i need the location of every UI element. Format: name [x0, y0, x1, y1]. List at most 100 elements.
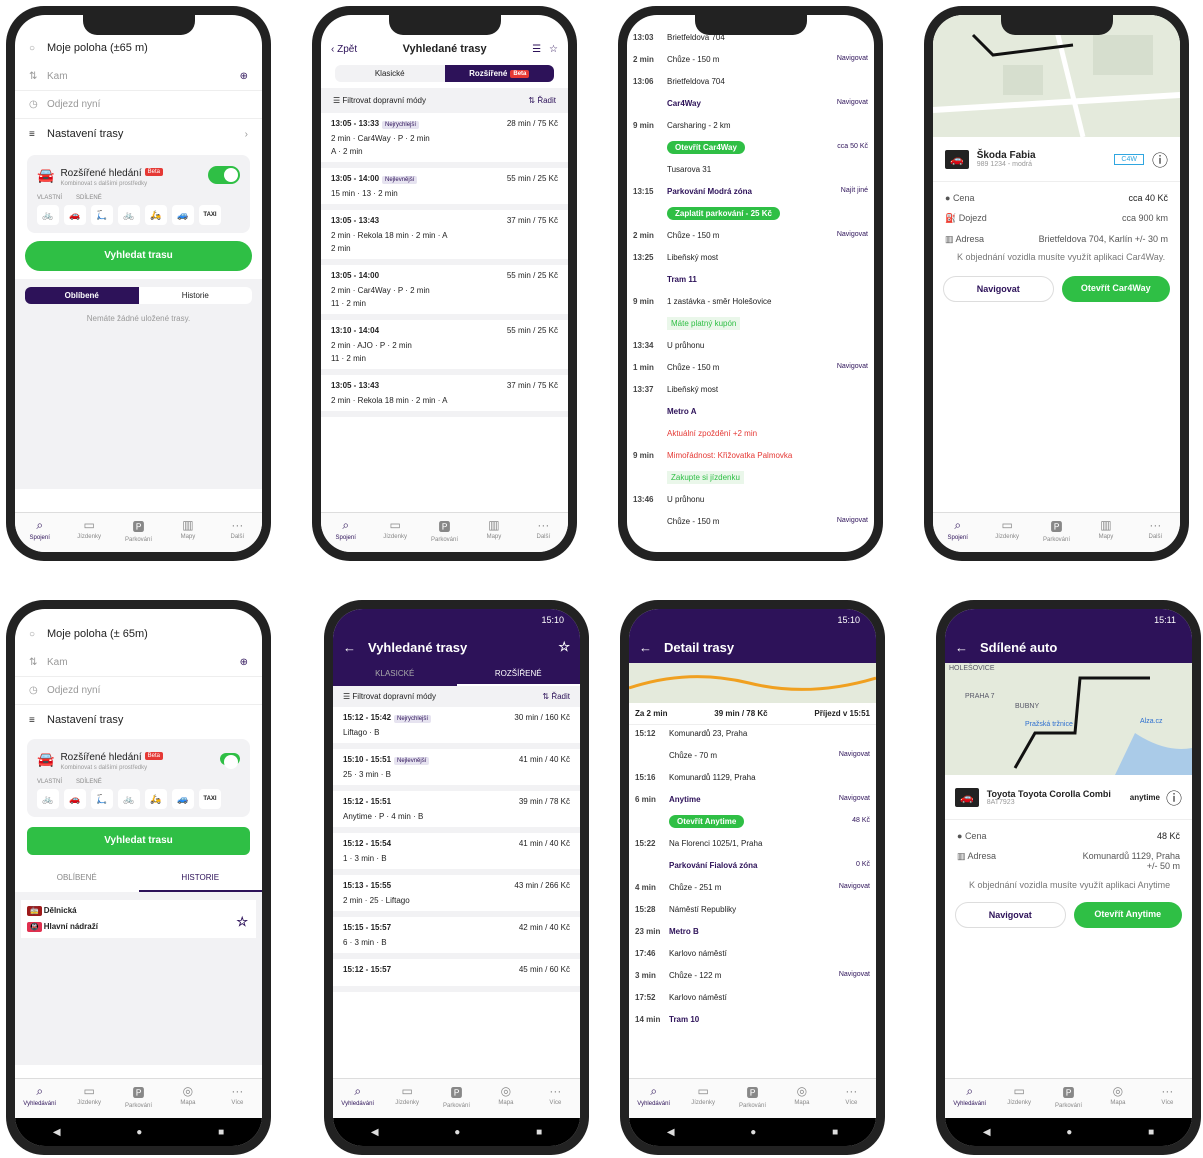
back-icon[interactable]: ◀ — [667, 1127, 675, 1138]
star-icon[interactable]: ☆ — [236, 914, 248, 930]
filter-modes[interactable]: ☰ Filtrovat dopravní módy — [333, 96, 426, 105]
step-action[interactable]: Najít jiné — [841, 187, 868, 194]
tab-parking[interactable]: 🅿 Parkování — [1032, 513, 1081, 552]
open-anytime-button[interactable]: Otevřít Anytime — [1073, 902, 1182, 928]
filter-modes[interactable]: ☰ Filtrovat dopravní módy — [343, 692, 436, 701]
step-action[interactable]: Navigovat — [837, 517, 868, 524]
result-card[interactable]: 15:12 - 15:42 Nejrychlejší 30 min / 160 Kč… — [333, 707, 580, 749]
tab-history[interactable]: Historie — [138, 287, 252, 304]
car-icon[interactable]: 🚗 — [64, 205, 86, 225]
tab-map[interactable]: ◎ Mapa — [163, 1079, 212, 1118]
step-action[interactable]: 0 Kč — [856, 861, 870, 868]
tab-tickets[interactable]: ▭ Jízdenky — [64, 513, 113, 552]
tab-more[interactable]: ··· Další — [519, 513, 568, 552]
tab-favorites[interactable]: OBLÍBENÉ — [15, 865, 139, 892]
step-action[interactable]: Navigovat — [839, 971, 870, 978]
tab-parking[interactable]: 🅿 Parkování — [1044, 1079, 1093, 1118]
tab-classic[interactable]: KLASICKÉ — [333, 663, 457, 686]
result-card[interactable]: 15:10 - 15:51 Nejlevnější 41 min / 40 Kč 25… — [333, 749, 580, 791]
tab-history[interactable]: HISTORIE — [138, 865, 262, 892]
bike-icon[interactable]: 🚲 — [37, 789, 59, 809]
step-text[interactable]: Zaplatit parkování - 25 Kč — [667, 207, 780, 220]
tab-maps[interactable]: ▥ Mapy — [469, 513, 518, 552]
scooter-icon[interactable]: 🛴 — [91, 205, 113, 225]
tab-more[interactable]: ··· Více — [531, 1079, 580, 1118]
info-icon[interactable]: ⓘ — [1152, 147, 1168, 171]
result-card[interactable]: 15:12 - 15:51 39 min / 78 Kč Anytime · P ·… — [333, 791, 580, 833]
shared-car-icon[interactable]: 🚙 — [172, 205, 194, 225]
step-action[interactable]: Navigovat — [837, 99, 868, 106]
tab-search[interactable]: ⌕ Vyhledávání — [15, 1079, 64, 1118]
sort-button[interactable]: ⇅ Řadit — [528, 96, 556, 105]
back-arrow-icon[interactable]: ← — [639, 640, 652, 655]
destination-input[interactable]: Kam — [47, 657, 240, 668]
result-card[interactable]: 13:05 - 14:00 55 min / 25 Kč 2 min · Car4W… — [321, 265, 568, 320]
tab-tickets[interactable]: ▭ Jízdenky — [64, 1079, 113, 1118]
result-card[interactable]: 15:13 - 15:55 43 min / 266 Kč 2 min · 25 ·… — [333, 875, 580, 917]
tab-map[interactable]: ◎ Mapa — [1093, 1079, 1142, 1118]
tab-favorites[interactable]: Oblíbené — [25, 287, 139, 304]
step-action[interactable]: Navigovat — [837, 231, 868, 238]
tab-more[interactable]: ··· Více — [213, 1079, 262, 1118]
result-card[interactable]: 13:05 - 13:43 37 min / 75 Kč 2 min · Rekol… — [321, 210, 568, 265]
swap-icon[interactable]: ⇅ — [29, 657, 47, 668]
search-route-button[interactable]: Vyhledat trasu — [25, 241, 252, 271]
departure-time[interactable]: Odjezd nyní — [47, 99, 100, 110]
tab-maps[interactable]: ▥ Mapy — [1081, 513, 1130, 552]
tab-parking[interactable]: 🅿 Parkování — [114, 513, 163, 552]
origin-field[interactable]: Moje poloha (± 65m) — [47, 628, 148, 640]
step-action[interactable]: Navigovat — [837, 363, 868, 370]
tab-more[interactable]: ··· Další — [1131, 513, 1180, 552]
tab-parking[interactable]: 🅿 Parkování — [728, 1079, 777, 1118]
add-stop-icon[interactable]: ⊕ — [240, 71, 248, 82]
tab-connections[interactable]: ⌕ Spojení — [15, 513, 64, 552]
tab-tickets[interactable]: ▭ Jízdenky — [982, 513, 1031, 552]
tab-connections[interactable]: ⌕ Spojení — [933, 513, 982, 552]
result-card[interactable]: 13:05 - 13:43 37 min / 75 Kč 2 min · Rekol… — [321, 375, 568, 417]
recents-icon[interactable]: ■ — [536, 1127, 542, 1138]
advanced-toggle[interactable] — [220, 753, 240, 769]
taxi-icon[interactable]: TAXI — [199, 205, 221, 225]
car-icon[interactable]: 🚗 — [64, 789, 86, 809]
tab-tickets[interactable]: ▭ Jízdenky — [678, 1079, 727, 1118]
add-stop-icon[interactable]: ⊕ — [240, 657, 248, 668]
back-icon[interactable]: ◀ — [983, 1127, 991, 1138]
tab-tickets[interactable]: ▭ Jízdenky — [382, 1079, 431, 1118]
info-icon[interactable]: ⓘ — [1166, 785, 1182, 809]
result-card[interactable]: 13:05 - 14:00 Nejlevnější 55 min / 25 Kč 15… — [321, 168, 568, 210]
tab-search[interactable]: ⌕ Vyhledávání — [945, 1079, 994, 1118]
moped-icon[interactable]: 🛵 — [145, 205, 167, 225]
shared-bike-icon[interactable]: 🚲 — [118, 205, 140, 225]
recents-icon[interactable]: ■ — [1148, 1127, 1154, 1138]
taxi-icon[interactable]: TAXI — [199, 789, 221, 809]
open-car4way-button[interactable]: Otevřít Car4Way — [1061, 276, 1170, 302]
tab-extended[interactable]: ROZŠÍŘENÉ — [456, 663, 580, 686]
star-icon[interactable]: ☆ — [558, 639, 570, 655]
home-icon[interactable]: ● — [1066, 1127, 1072, 1138]
map[interactable] — [629, 663, 876, 703]
star-icon[interactable]: ☆ — [549, 44, 558, 55]
home-icon[interactable]: ● — [454, 1127, 460, 1138]
step-action[interactable]: Navigovat — [837, 55, 868, 62]
map[interactable]: PRAHA 7 BUBNY Pražská tržnice Alza.cz HO… — [945, 663, 1192, 775]
search-route-button[interactable]: Vyhledat trasu — [27, 827, 250, 855]
step-text[interactable]: Otevřít Car4Way — [667, 141, 745, 154]
moped-icon[interactable]: 🛵 — [145, 789, 167, 809]
tab-connections[interactable]: ⌕ Spojení — [321, 513, 370, 552]
tab-more[interactable]: ··· Více — [827, 1079, 876, 1118]
tab-parking[interactable]: 🅿 Parkování — [432, 1079, 481, 1118]
back-icon[interactable]: ◀ — [53, 1127, 61, 1138]
navigate-button[interactable]: Navigovat — [943, 276, 1054, 302]
step-action[interactable]: 48 Kč — [852, 817, 870, 824]
recents-icon[interactable]: ■ — [832, 1127, 838, 1138]
result-card[interactable]: 15:12 - 15:57 45 min / 60 Kč — [333, 959, 580, 992]
shared-bike-icon[interactable]: 🚲 — [118, 789, 140, 809]
tab-map[interactable]: ◎ Mapa — [481, 1079, 530, 1118]
step-action[interactable]: Navigovat — [839, 751, 870, 758]
step-action[interactable]: cca 50 Kč — [837, 143, 868, 150]
bike-icon[interactable]: 🚲 — [37, 205, 59, 225]
route-settings[interactable]: Nastavení trasy — [47, 714, 123, 726]
destination-input[interactable]: Kam — [47, 71, 240, 82]
origin-field[interactable]: Moje poloha (±65 m) — [47, 42, 148, 54]
step-action[interactable]: Navigovat — [839, 795, 870, 802]
